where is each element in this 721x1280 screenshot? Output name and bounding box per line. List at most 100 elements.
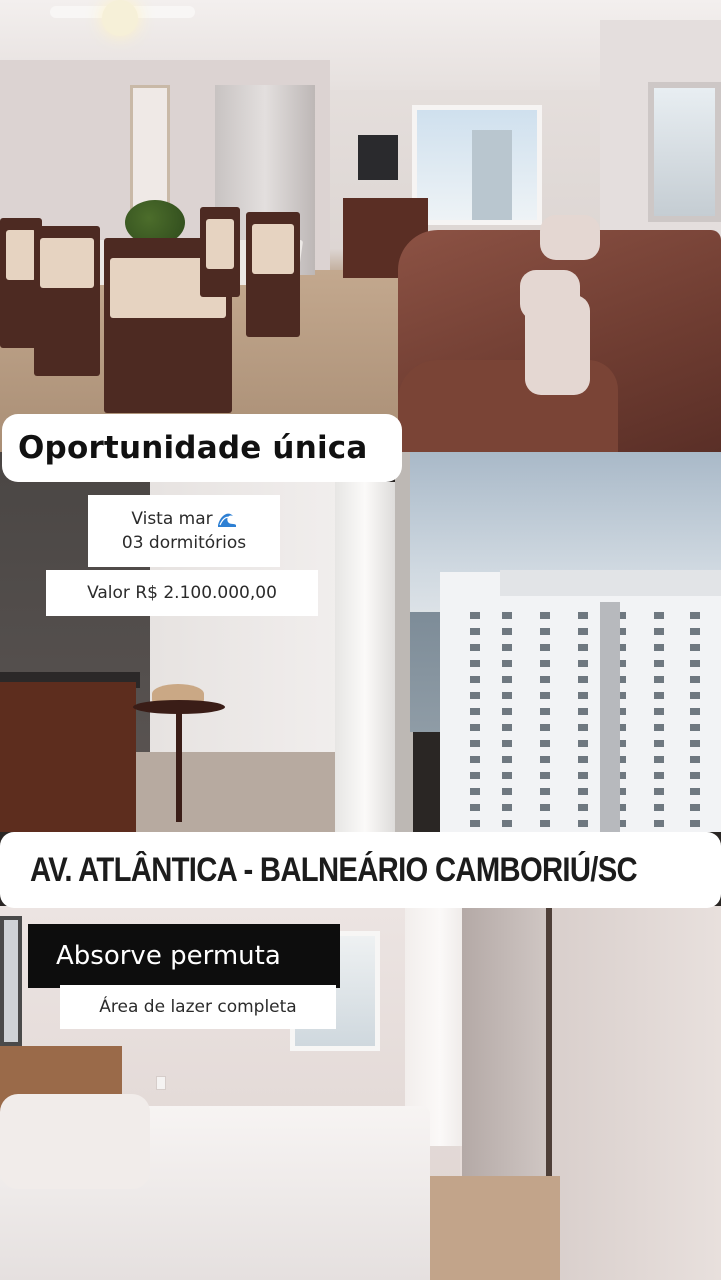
building-window [654,612,664,619]
price-text: Valor R$ 2.100.000,00 [87,583,277,603]
building-window [654,692,664,699]
wave-icon [217,513,236,527]
dining-chair [34,226,100,376]
building-window [578,724,588,731]
building-window [654,660,664,667]
building-window [690,708,700,715]
building-window [578,676,588,683]
building-window [540,756,550,763]
address-bar: AV. ATLÂNTICA - BALNEÁRIO CAMBORIÚ/SC [0,832,721,908]
wall-mirror [648,82,721,222]
building-window [470,724,480,731]
living-room-photo [0,0,721,452]
building-window [502,788,512,795]
building-window [578,692,588,699]
building-window [690,756,700,763]
building-window [470,804,480,811]
building-window [540,788,550,795]
building-window [690,740,700,747]
building-stripe [600,602,620,832]
building-window [654,804,664,811]
building-window [654,628,664,635]
building-window [470,676,480,683]
building-window [502,692,512,699]
building-window [690,788,700,795]
building-window [690,692,700,699]
building-window [540,660,550,667]
building-window [690,628,700,635]
building-window [540,708,550,715]
bed-pillow [0,1094,150,1189]
trade-text: Absorve permuta [56,941,281,971]
cabinet [0,682,136,832]
building-window [470,740,480,747]
sea-view-line: Vista mar [131,507,236,531]
features-tag: Vista mar 03 dormitórios [88,495,280,567]
ceiling-fan [50,0,195,36]
pillow [525,295,590,395]
building-window [690,772,700,779]
building-window [654,644,664,651]
building-window [540,740,550,747]
building-window [690,660,700,667]
building-window [502,740,512,747]
building-window [470,708,480,715]
building-window [502,756,512,763]
wall-outlet [156,1076,166,1090]
building-window [502,628,512,635]
dining-chair [246,212,300,337]
building-window [690,644,700,651]
building-window [578,612,588,619]
picture-frame [0,916,22,1046]
building-window [654,756,664,763]
address-text: AV. ATLÂNTICA - BALNEÁRIO CAMBORIÚ/SC [30,850,638,889]
building-window [654,772,664,779]
leisure-tag: Área de lazer completa [60,985,336,1029]
headline-banner: Oportunidade única [2,414,402,482]
side-table-leg [176,712,182,822]
building-window [578,660,588,667]
trade-tag: Absorve permuta [28,924,340,988]
building-window [690,820,700,827]
building-window [470,756,480,763]
price-tag: Valor R$ 2.100.000,00 [46,570,318,616]
headline-text: Oportunidade única [18,430,368,466]
building-window [502,660,512,667]
building-window [578,756,588,763]
building-window [502,772,512,779]
building-window [690,612,700,619]
leisure-text: Área de lazer completa [99,997,297,1017]
balcony-window [412,105,542,225]
building-window [502,612,512,619]
building-window [470,692,480,699]
building-window [502,708,512,715]
building-window [470,644,480,651]
building-window [690,676,700,683]
building-window [470,660,480,667]
building-window [502,644,512,651]
building-window [540,644,550,651]
building-window [502,820,512,827]
building-window [540,820,550,827]
dining-chair [200,207,240,297]
bedrooms-text: 03 dormitórios [121,533,247,553]
building-window [470,788,480,795]
building-window [654,724,664,731]
building-window [540,628,550,635]
sea-view-text: Vista mar [131,509,213,529]
building-window [578,644,588,651]
building-window [578,804,588,811]
bedroom-right-wall [552,906,721,1280]
building-window [502,804,512,811]
building-roof [500,570,721,596]
building-window [690,724,700,731]
building-window [470,820,480,827]
building-window [540,612,550,619]
bedrooms-line: 03 dormitórios [122,531,246,555]
building-window [540,692,550,699]
room-floor [100,752,360,832]
building-window [540,676,550,683]
building-window [578,772,588,779]
building-window [578,708,588,715]
building-window [470,628,480,635]
